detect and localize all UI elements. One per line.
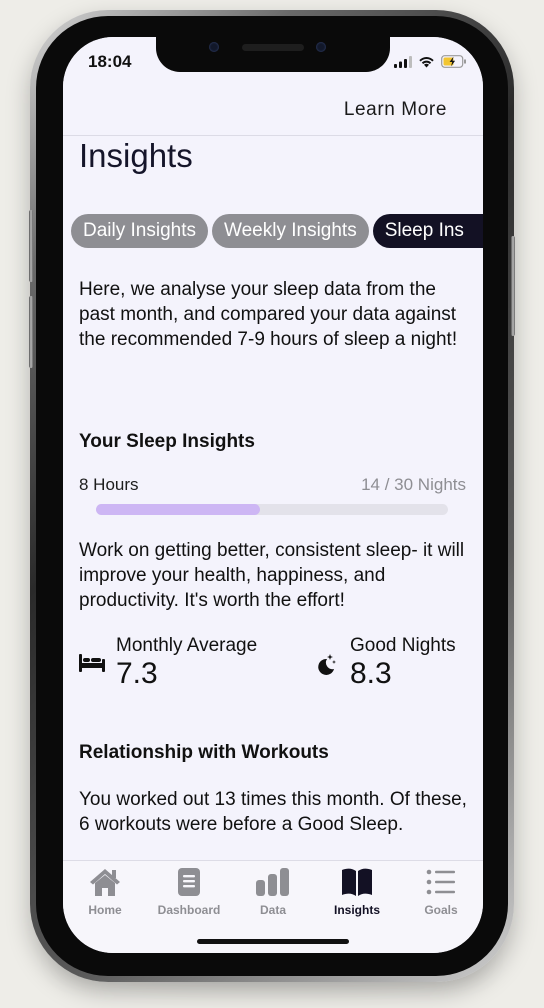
book-icon [342, 868, 372, 896]
tab-goals[interactable]: Goals [399, 867, 483, 917]
navigation-bar: Learn More [63, 97, 483, 136]
tab-sleep-insights[interactable]: Sleep Ins [372, 214, 483, 248]
status-time: 18:04 [88, 52, 132, 71]
sleep-progress-fill [96, 504, 261, 515]
intro-text: Here, we analyse your sleep data from th… [79, 279, 458, 350]
tab-insights-label: Insights [333, 903, 380, 917]
bar-chart-icon [256, 868, 289, 896]
status-icons [394, 55, 467, 68]
volume-up-button [29, 210, 33, 282]
sleep-advice-text: Work on getting better, consistent sleep… [79, 540, 465, 611]
workouts-heading: Relationship with Workouts [79, 742, 329, 763]
target-hours-label: 8 Hours [79, 475, 139, 494]
tab-data[interactable]: Data [231, 867, 315, 917]
list-icon [426, 869, 455, 895]
tab-daily-insights[interactable]: Daily Insights [71, 214, 208, 248]
tab-home-label: Home [88, 903, 122, 917]
bed-icon [79, 654, 105, 672]
face-id-sensor [209, 42, 219, 52]
tab-data-label: Data [259, 903, 286, 917]
tab-home[interactable]: Home [63, 867, 147, 917]
volume-down-button [29, 296, 33, 368]
battery-charging-icon [441, 55, 466, 68]
wifi-icon [419, 56, 434, 67]
tab-goals-label: Goals [424, 903, 458, 917]
insight-tabs: Daily Insights Weekly Insights Sleep Ins [71, 214, 483, 248]
earpiece-speaker [242, 44, 304, 51]
house-icon [90, 869, 120, 896]
page-title: Insights [79, 137, 193, 174]
nights-count-label: 14 / 30 Nights [361, 475, 466, 494]
good-nights-value: 8.3 [350, 657, 392, 690]
sleep-insights-heading: Your Sleep Insights [79, 431, 255, 452]
sleep-progress-labels: 8 Hours 14 / 30 Nights [79, 475, 466, 495]
monthly-average-value: 7.3 [116, 657, 158, 690]
home-indicator [197, 939, 349, 944]
tab-dashboard[interactable]: Dashboard [147, 867, 231, 917]
signal-icon [394, 55, 412, 68]
good-nights-label: Good Nights [350, 635, 456, 656]
workouts-text: You worked out 13 times this month. Of t… [79, 789, 467, 835]
learn-more-button[interactable]: Learn More [344, 99, 447, 121]
notch [156, 37, 390, 72]
power-button [511, 236, 515, 336]
document-icon [178, 868, 200, 896]
tab-dashboard-label: Dashboard [157, 903, 221, 917]
front-camera [316, 42, 326, 52]
monthly-average-label: Monthly Average [116, 635, 258, 656]
app-screen: 18:04 Learn More Insights Daily Insights… [63, 37, 483, 953]
tab-weekly-insights[interactable]: Weekly Insights [212, 214, 369, 248]
tab-insights[interactable]: Insights [315, 867, 399, 917]
status-bar: 18:04 [63, 37, 483, 97]
sleep-progress-bar [96, 504, 448, 515]
moon-stars-icon [318, 654, 336, 675]
